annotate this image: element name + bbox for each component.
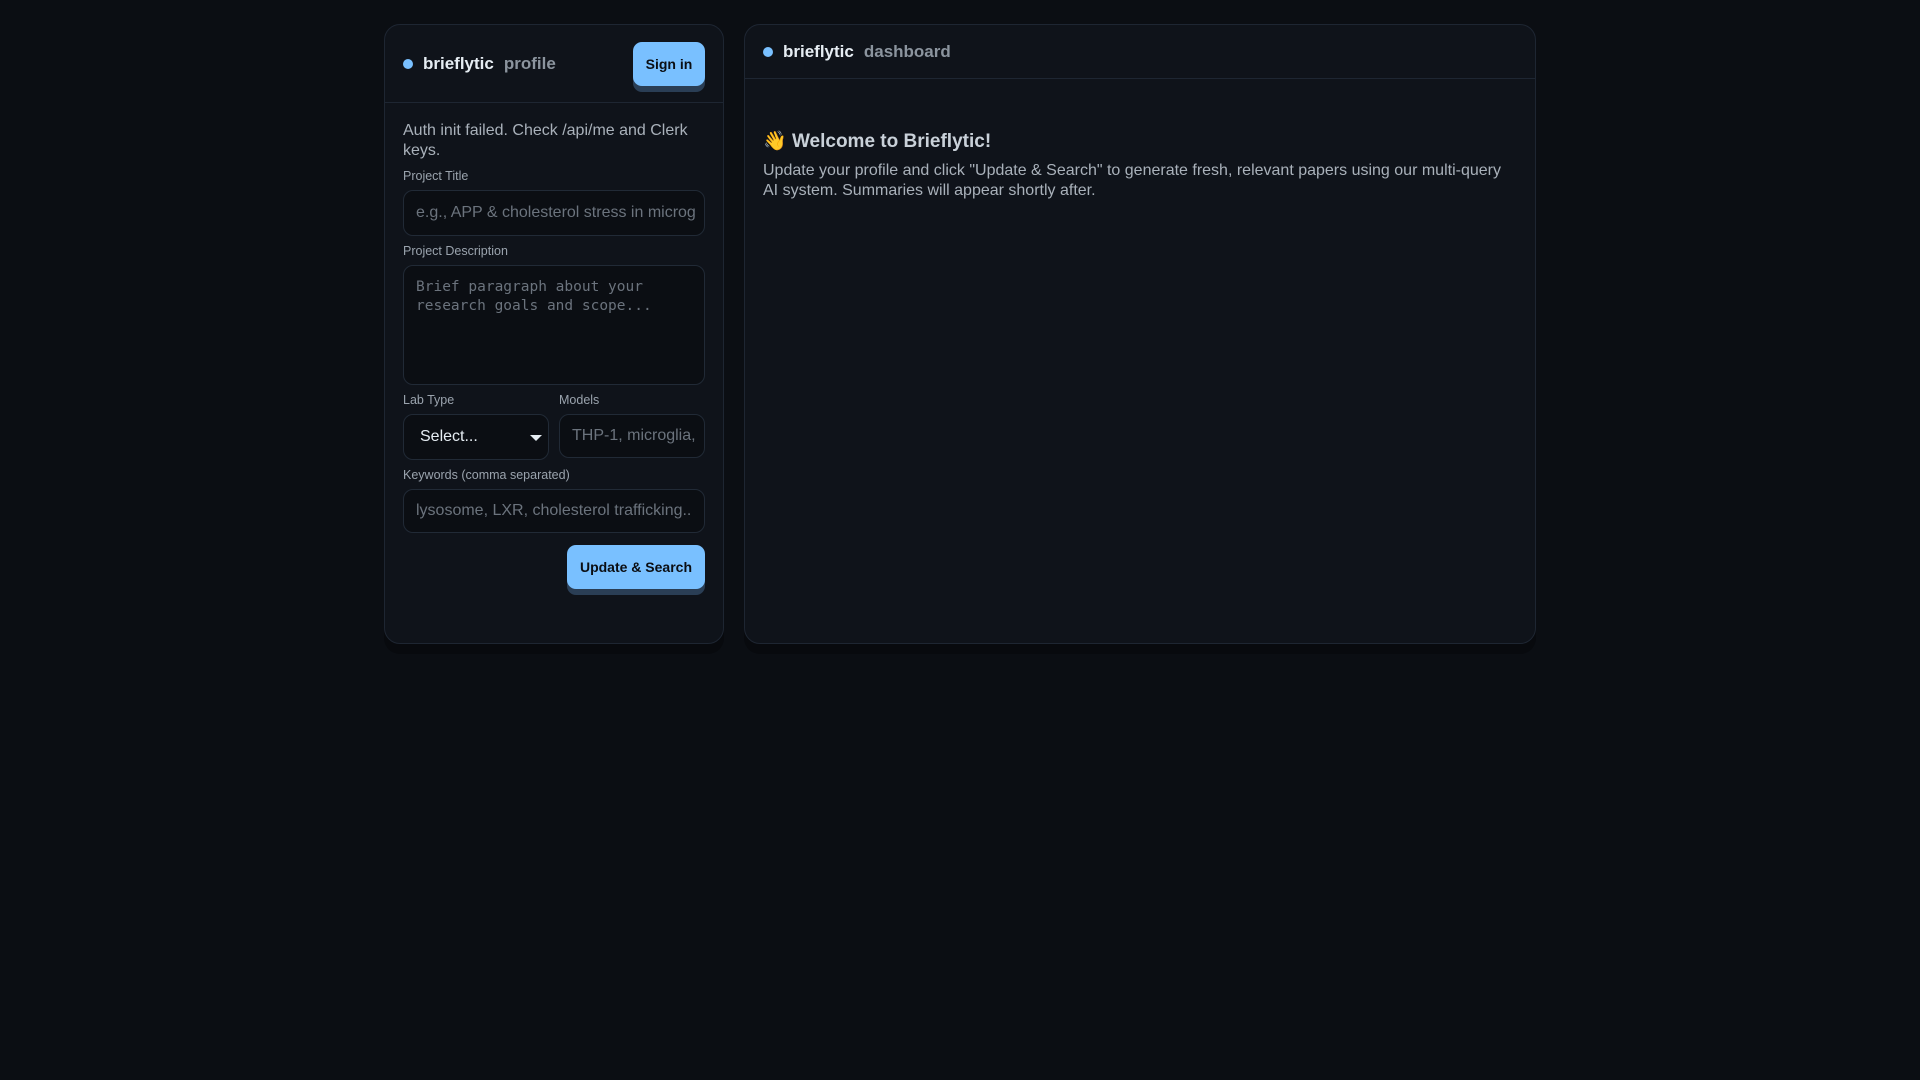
dashboard-panel: brieflytic dashboard 👋 Welcome to Briefl… bbox=[744, 24, 1536, 644]
section-title: dashboard bbox=[863, 41, 951, 61]
profile-panel: brieflytic profile Sign in Auth init fai… bbox=[384, 24, 724, 644]
auth-error-message: Auth init failed. Check /api/me and Cler… bbox=[403, 122, 688, 159]
models-input[interactable]: THP-1, microglia, bbox=[559, 414, 705, 458]
project-title-input[interactable]: e.g., APP & cholesterol stress in microg bbox=[403, 190, 705, 236]
lab-type-value: Select... bbox=[420, 428, 478, 445]
sign-in-button[interactable]: Sign in bbox=[633, 41, 705, 86]
profile-header: brieflytic profile Sign in bbox=[385, 25, 723, 103]
status-dot-icon bbox=[403, 58, 413, 69]
brand-name: brieflytic bbox=[423, 53, 494, 73]
lab-type-label: Lab Type bbox=[403, 393, 455, 407]
update-search-button[interactable]: Update & Search bbox=[567, 545, 705, 589]
caret-down-icon bbox=[530, 435, 542, 441]
project-title-label: Project Title bbox=[403, 169, 469, 183]
lab-type-select[interactable]: Select... bbox=[403, 414, 549, 460]
dashboard-header: brieflytic dashboard bbox=[745, 25, 1535, 79]
project-description-label: Project Description bbox=[403, 244, 508, 258]
project-description-textarea[interactable]: Brief paragraph about your research goal… bbox=[403, 265, 705, 385]
section-title: profile bbox=[503, 53, 556, 73]
wave-icon: 👋 bbox=[763, 131, 787, 152]
keywords-label: Keywords (comma separated) bbox=[403, 468, 570, 482]
status-dot-icon bbox=[763, 46, 773, 57]
welcome-heading: 👋 Welcome to Brieflytic! bbox=[763, 129, 1517, 153]
brand-name: brieflytic bbox=[783, 41, 854, 61]
keywords-input[interactable]: lysosome, LXR, cholesterol trafficking.. bbox=[403, 489, 705, 533]
welcome-description: Update your profile and click "Update & … bbox=[763, 162, 1501, 199]
welcome-text: Welcome to Brieflytic! bbox=[791, 131, 992, 152]
models-label: Models bbox=[559, 393, 600, 407]
